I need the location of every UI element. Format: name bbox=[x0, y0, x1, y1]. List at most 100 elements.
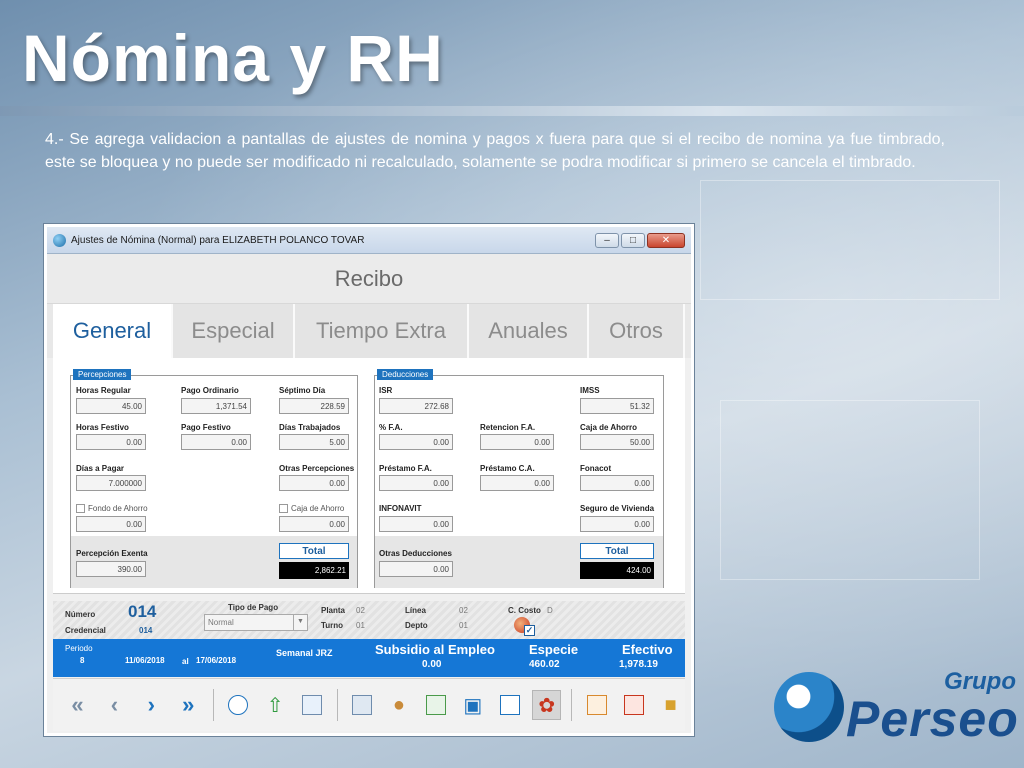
planta-value: 02 bbox=[356, 606, 365, 615]
percepciones-group: Percepciones Horas Regular 45.00 Pago Or… bbox=[70, 369, 358, 588]
pago-ordinario-field[interactable]: 1,371.54 bbox=[181, 398, 251, 414]
caja-ahorro-field[interactable]: 0.00 bbox=[279, 516, 349, 532]
fonacot-label: Fonacot bbox=[580, 464, 612, 473]
general-panel: Percepciones Horas Regular 45.00 Pago Or… bbox=[53, 358, 685, 594]
credencial-label: Credencial bbox=[65, 626, 106, 635]
toolbar-separator bbox=[336, 689, 338, 721]
deducciones-total-label: Total bbox=[580, 543, 654, 559]
numero-value: 014 bbox=[128, 602, 157, 621]
tab-otros[interactable]: Otros bbox=[589, 304, 685, 358]
fondo-ahorro-checkbox[interactable] bbox=[76, 504, 85, 513]
minimize-button[interactable]: – bbox=[595, 232, 619, 248]
tab-especial[interactable]: Especial bbox=[173, 304, 295, 358]
first-record-icon[interactable]: « bbox=[63, 690, 92, 720]
dias-trabajados-field[interactable]: 5.00 bbox=[279, 434, 349, 450]
infonavit-field[interactable]: 0.00 bbox=[379, 516, 453, 532]
planta-label: Planta bbox=[321, 606, 346, 615]
sort-up-icon[interactable]: ⇧ bbox=[261, 690, 290, 720]
percepcion-exenta-field[interactable]: 390.00 bbox=[76, 561, 146, 577]
app-icon bbox=[53, 233, 66, 247]
window-titlebar: Ajustes de Nómina (Normal) para ELIZABET… bbox=[47, 227, 691, 254]
caja-ahorro-ded-field[interactable]: 50.00 bbox=[580, 434, 654, 450]
percepciones-total-label: Total bbox=[279, 543, 349, 559]
horas-regular-field[interactable]: 45.00 bbox=[76, 398, 146, 414]
tipo-pago-select[interactable]: Normal ▼ bbox=[204, 614, 308, 631]
pct-fa-label: % F.A. bbox=[379, 423, 403, 432]
horas-festivo-field[interactable]: 0.00 bbox=[76, 434, 146, 450]
fecha-fin: 17/06/2018 bbox=[196, 656, 237, 665]
employee-info-strip: Número 014 Credencial 014 Tipo de Pago N… bbox=[53, 601, 685, 639]
recibo-header: Recibo bbox=[47, 254, 691, 304]
fecha-al: al bbox=[182, 657, 189, 666]
retencion-fa-field[interactable]: 0.00 bbox=[480, 434, 554, 450]
window-title: Ajustes de Nómina (Normal) para ELIZABET… bbox=[71, 234, 365, 246]
otras-deducciones-field[interactable]: 0.00 bbox=[379, 561, 453, 577]
infonavit-label: INFONAVIT bbox=[379, 504, 422, 513]
pago-festivo-field[interactable]: 0.00 bbox=[181, 434, 251, 450]
tab-tiempo-extra[interactable]: Tiempo Extra bbox=[295, 304, 469, 358]
credencial-value: 014 bbox=[139, 626, 153, 635]
otras-deducciones-label: Otras Deducciones bbox=[379, 549, 452, 558]
deducciones-total-value: 424.00 bbox=[580, 562, 654, 579]
subsidio-label: Subsidio al Empleo bbox=[375, 642, 495, 657]
percepciones-title: Percepciones bbox=[73, 369, 132, 380]
ccosto-label: C. Costo bbox=[508, 606, 541, 615]
tab-general[interactable]: General bbox=[53, 304, 173, 358]
fondo-ahorro-field[interactable]: 0.00 bbox=[76, 516, 146, 532]
efectivo-value: 1,978.19 bbox=[619, 659, 658, 670]
payment-summary-bar: Periodo 8 11/06/2018 al 17/06/2018 Seman… bbox=[53, 639, 685, 677]
linea-value: 02 bbox=[459, 606, 468, 615]
efectivo-label: Efectivo bbox=[622, 642, 673, 657]
dias-pagar-field[interactable]: 7.000000 bbox=[76, 475, 146, 491]
caja-ahorro-checkbox[interactable] bbox=[279, 504, 288, 513]
search-icon[interactable] bbox=[224, 690, 253, 720]
isr-label: ISR bbox=[379, 386, 393, 395]
septimo-dia-field[interactable]: 228.59 bbox=[279, 398, 349, 414]
fondo-ahorro-label: Fondo de Ahorro bbox=[88, 504, 148, 513]
prestamo-ca-label: Préstamo C.A. bbox=[480, 464, 535, 473]
calculator-icon[interactable] bbox=[348, 690, 377, 720]
subsidio-value: 0.00 bbox=[422, 659, 442, 670]
logo-swoosh-icon bbox=[774, 672, 844, 742]
prestamo-fa-field[interactable]: 0.00 bbox=[379, 475, 453, 491]
slide-title: Nómina y RH bbox=[22, 21, 444, 95]
isr-field[interactable]: 272.68 bbox=[379, 398, 453, 414]
seal-stamp-icon[interactable]: ✿ bbox=[532, 690, 562, 720]
horas-festivo-label: Horas Festivo bbox=[76, 423, 129, 432]
employee-icon[interactable]: ● bbox=[384, 690, 413, 720]
septimo-dia-label: Séptimo Día bbox=[279, 386, 326, 395]
seguro-vivienda-label: Seguro de Vivienda bbox=[580, 504, 655, 513]
truck-icon[interactable]: ▣ bbox=[458, 690, 487, 720]
toolbar-separator bbox=[212, 689, 214, 721]
background-decoration bbox=[720, 400, 980, 580]
next-record-icon[interactable]: › bbox=[137, 690, 166, 720]
toolbar-separator bbox=[571, 689, 573, 721]
prestamo-ca-field[interactable]: 0.00 bbox=[480, 475, 554, 491]
add-row-icon[interactable] bbox=[582, 690, 611, 720]
seguro-vivienda-field[interactable]: 0.00 bbox=[580, 516, 654, 532]
export-icon[interactable]: ■ bbox=[656, 690, 685, 720]
otras-percepciones-field[interactable]: 0.00 bbox=[279, 475, 349, 491]
depto-label: Depto bbox=[405, 621, 428, 630]
bottom-toolbar: « ‹ › » ⇧ ● ▣ ✿ ■ bbox=[53, 678, 685, 731]
payroll-adjust-window: Ajustes de Nómina (Normal) para ELIZABET… bbox=[44, 224, 694, 736]
zoom-grid-icon[interactable] bbox=[298, 690, 327, 720]
caja-ahorro-label: Caja de Ahorro bbox=[291, 504, 345, 513]
tab-anuales[interactable]: Anuales bbox=[469, 304, 589, 358]
prestamo-fa-label: Préstamo F.A. bbox=[379, 464, 432, 473]
pct-fa-field[interactable]: 0.00 bbox=[379, 434, 453, 450]
calendar-icon[interactable] bbox=[495, 690, 524, 720]
otras-percepciones-label: Otras Percepciones bbox=[279, 464, 355, 473]
last-record-icon[interactable]: » bbox=[174, 690, 203, 720]
maximize-button[interactable]: □ bbox=[621, 232, 645, 248]
imss-field[interactable]: 51.32 bbox=[580, 398, 654, 414]
network-icon[interactable] bbox=[421, 690, 450, 720]
delete-row-icon[interactable] bbox=[619, 690, 648, 720]
imss-label: IMSS bbox=[580, 386, 600, 395]
close-button[interactable]: ✕ bbox=[647, 232, 685, 248]
tipo-pago-value: Normal bbox=[208, 618, 234, 627]
previous-record-icon[interactable]: ‹ bbox=[100, 690, 129, 720]
fonacot-field[interactable]: 0.00 bbox=[580, 475, 654, 491]
especie-label: Especie bbox=[529, 642, 579, 657]
deducciones-group: Deducciones ISR 272.68 IMSS 51.32 % F.A.… bbox=[374, 369, 664, 588]
